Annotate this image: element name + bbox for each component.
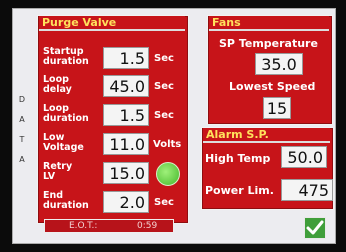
end-duration-field[interactable]: 2.0 [103, 191, 149, 213]
ok-button[interactable] [304, 217, 326, 239]
data-tab-label: D A T A [17, 95, 27, 165]
sp-temperature-field[interactable]: 35.0 [255, 53, 303, 75]
low-voltage-unit: Volts [153, 139, 182, 150]
fans-title: Fans [209, 16, 329, 31]
high-temp-label: High Temp [205, 152, 271, 165]
high-temp-field[interactable]: 50.0 [281, 146, 327, 168]
power-lim-label: Power Lim. [205, 184, 274, 197]
data-tab[interactable]: D A T A [15, 95, 29, 185]
startup-duration-label: Startup duration [43, 46, 89, 67]
check-icon [306, 220, 324, 235]
low-voltage-field[interactable]: 11.0 [103, 133, 149, 155]
retry-lv-field[interactable]: 15.0 [103, 162, 149, 184]
loop-duration-unit: Sec [154, 110, 174, 121]
eot-bar: E.O.T.: 0:59 [44, 219, 174, 233]
low-voltage-label: Low Voltage [43, 132, 84, 153]
sp-temperature-label: SP Temperature [219, 37, 318, 50]
lowest-speed-label: Lowest Speed [229, 80, 316, 93]
eot-label: E.O.T.: [69, 221, 98, 231]
startup-duration-unit: Sec [154, 53, 174, 64]
end-duration-label: End duration [43, 190, 89, 211]
loop-duration-field[interactable]: 1.5 [103, 104, 149, 126]
eot-time: 0:59 [137, 221, 158, 231]
loop-delay-unit: Sec [154, 81, 174, 92]
loop-delay-field[interactable]: 45.0 [103, 75, 149, 97]
startup-duration-field[interactable]: 1.5 [103, 47, 149, 69]
loop-duration-label: Loop duration [43, 103, 89, 124]
loop-delay-label: Loop delay [43, 74, 72, 95]
status-led-icon [156, 162, 180, 186]
lowest-speed-field[interactable]: 15 [263, 97, 291, 119]
purge-valve-title: Purge Valve [39, 16, 185, 31]
retry-lv-label: Retry LV [43, 161, 73, 182]
end-duration-unit: Sec [154, 197, 174, 208]
alarm-title: Alarm S.P. [203, 128, 330, 143]
power-lim-field[interactable]: 475 [281, 179, 333, 201]
